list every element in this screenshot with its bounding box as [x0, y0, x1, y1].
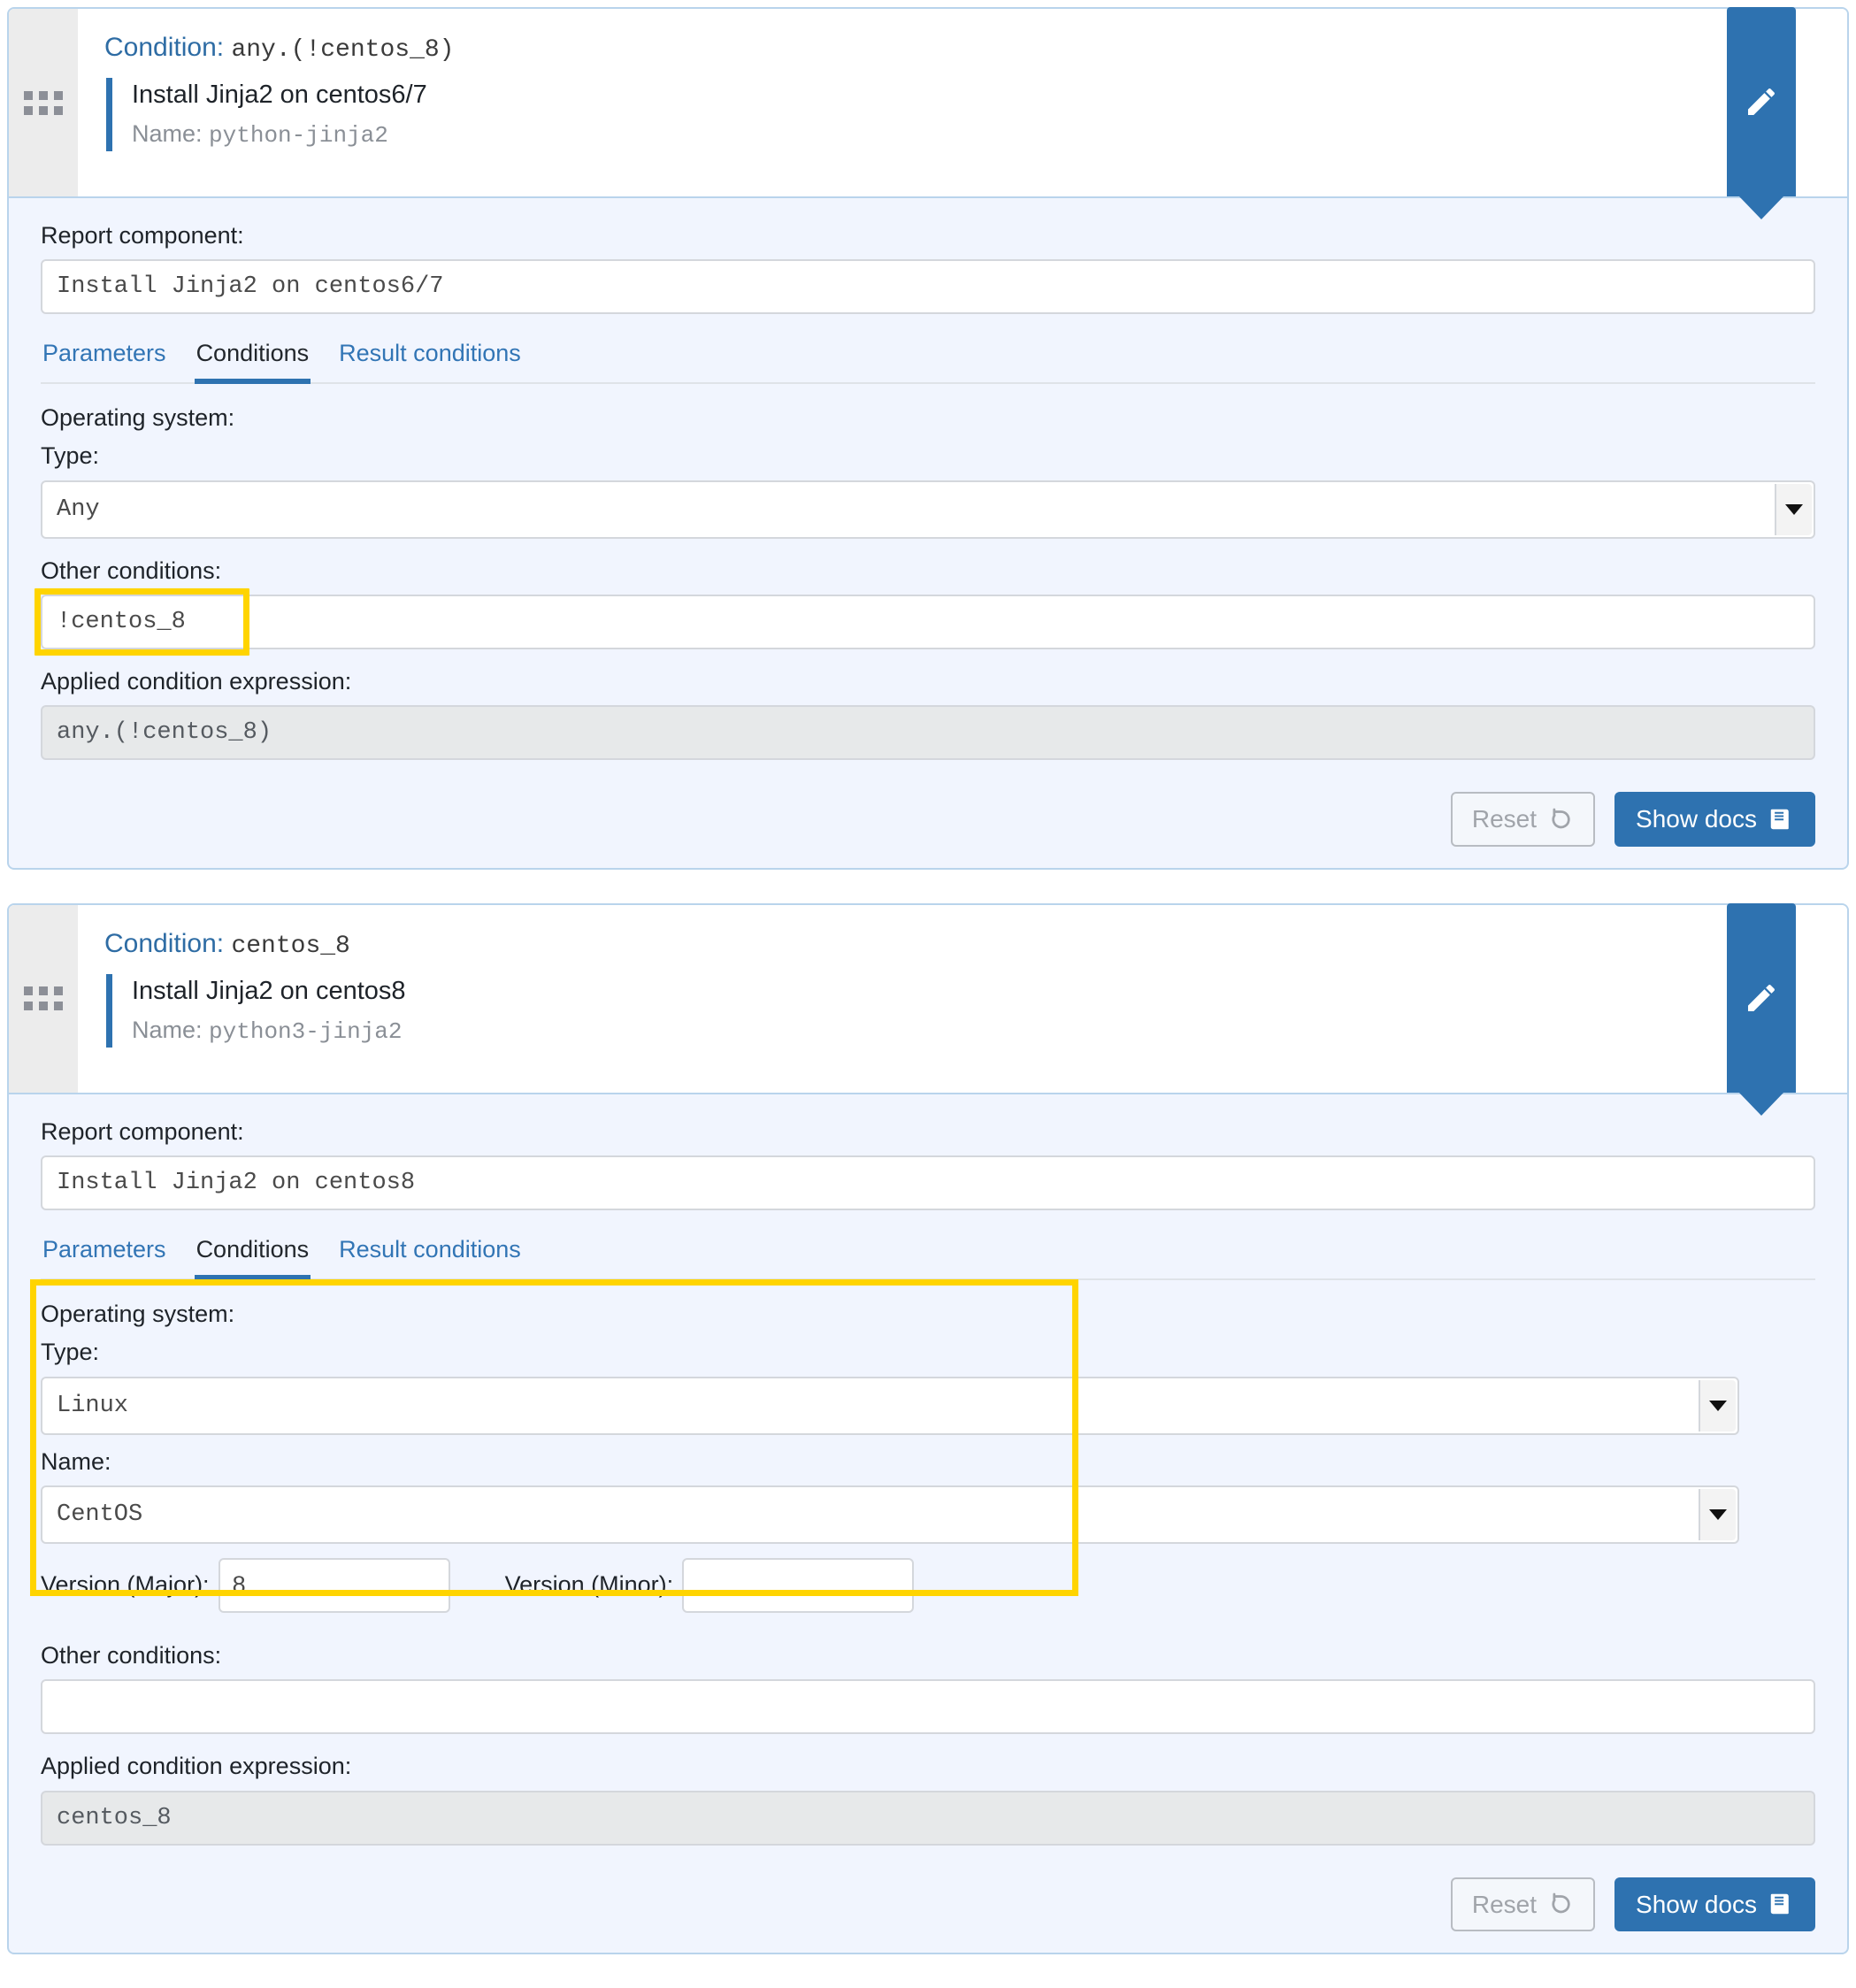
edit-tab-pointer [1738, 1091, 1784, 1116]
show-docs-button[interactable]: Show docs [1614, 1877, 1815, 1932]
book-icon [1770, 809, 1789, 830]
component-detail: Install Jinja2 on centos6/7 Name: python… [106, 77, 1847, 151]
component-title: Install Jinja2 on centos8 [132, 976, 406, 1005]
os-type-value: Any [57, 495, 100, 523]
report-component-label: Report component: [41, 222, 244, 249]
chevron-down-icon [1699, 1379, 1736, 1432]
tab-parameters[interactable]: Parameters [41, 334, 168, 383]
condition-value: any.(!centos_8) [231, 36, 455, 64]
os-name-select[interactable]: CentOS [41, 1485, 1739, 1544]
drag-handle[interactable] [9, 9, 78, 196]
panel-header-body: Condition: centos_8 Install Jinja2 on ce… [78, 905, 1847, 1093]
reset-button-label: Reset [1471, 1890, 1538, 1918]
panel-actions: Reset Show docs [41, 1877, 1815, 1932]
chevron-down-icon [1699, 1488, 1736, 1540]
tab-result-conditions[interactable]: Result conditions [337, 1230, 523, 1279]
show-docs-button-label: Show docs [1636, 805, 1757, 833]
panel-body: Report component: Parameters Conditions … [9, 196, 1847, 868]
os-type-select[interactable]: Linux [41, 1376, 1739, 1435]
component-detail: Install Jinja2 on centos8 Name: python3-… [106, 973, 1847, 1048]
tab-bar: Parameters Conditions Result conditions [41, 1230, 1815, 1280]
book-icon [1770, 1894, 1789, 1915]
component-name-label: Name: [132, 119, 203, 147]
edit-button[interactable] [1727, 7, 1796, 219]
report-component-input[interactable] [41, 1155, 1815, 1211]
component-name-label: Name: [132, 1016, 203, 1043]
chevron-down-icon [1775, 483, 1812, 535]
tab-parameters[interactable]: Parameters [41, 1230, 168, 1279]
condition-panel-1: Condition: any.(!centos_8) Install Jinja… [7, 7, 1849, 870]
undo-arrow-icon [1552, 1893, 1570, 1914]
panel-header: Condition: any.(!centos_8) Install Jinja… [9, 7, 1847, 219]
tab-result-conditions[interactable]: Result conditions [337, 334, 523, 383]
applied-condition-value: centos_8 [41, 1790, 1815, 1846]
edit-tab-pointer [1738, 196, 1784, 219]
other-conditions-label: Other conditions: [41, 556, 222, 584]
panel-header-body: Condition: any.(!centos_8) Install Jinja… [78, 9, 1847, 196]
os-type-value: Linux [57, 1392, 129, 1419]
drag-handle[interactable] [9, 904, 78, 1093]
tab-conditions[interactable]: Conditions [194, 1230, 311, 1280]
os-name-value: CentOS [57, 1501, 143, 1528]
reset-button[interactable]: Reset [1450, 1877, 1596, 1932]
condition-panel-2: Condition: centos_8 Install Jinja2 on ce… [7, 902, 1849, 1955]
condition-summary: Condition: centos_8 [104, 928, 1847, 962]
applied-condition-label: Applied condition expression: [41, 1753, 352, 1780]
reset-button[interactable]: Reset [1450, 792, 1596, 847]
component-title: Install Jinja2 on centos6/7 [132, 80, 427, 109]
os-name-label: Name: [41, 1447, 111, 1475]
drag-handle-icon [24, 90, 63, 115]
edit-button[interactable] [1727, 902, 1796, 1116]
other-conditions-label: Other conditions: [41, 1641, 222, 1669]
condition-value: centos_8 [231, 932, 350, 960]
other-conditions-input[interactable] [41, 594, 1815, 649]
os-type-label: Type: [41, 1339, 100, 1366]
version-minor-label: Version (Minor): [504, 1571, 674, 1599]
show-docs-button-label: Show docs [1636, 1890, 1757, 1918]
os-type-label: Type: [41, 442, 100, 470]
operating-system-label: Operating system: [41, 403, 235, 431]
undo-arrow-icon [1552, 808, 1570, 829]
applied-condition-value: any.(!centos_8) [41, 705, 1815, 761]
other-conditions-input[interactable] [41, 1679, 1815, 1735]
report-component-input[interactable] [41, 259, 1815, 315]
panel-header: Condition: centos_8 Install Jinja2 on ce… [9, 902, 1847, 1116]
condition-label: Condition: [104, 33, 225, 62]
show-docs-button[interactable]: Show docs [1614, 792, 1815, 847]
component-name-value: python3-jinja2 [209, 1017, 403, 1045]
drag-handle-icon [24, 986, 63, 1011]
reset-button-label: Reset [1471, 805, 1538, 833]
component-name-row: Name: python3-jinja2 [132, 1014, 1847, 1048]
os-type-select[interactable]: Any [41, 480, 1815, 539]
condition-label: Condition: [104, 928, 225, 958]
version-minor-input[interactable] [682, 1557, 915, 1613]
operating-system-group: Operating system: Type: Linux Name: Cent… [30, 1293, 1739, 1623]
conditions-pane: Operating system: Type: Any Other condit… [35, 384, 1815, 847]
condition-summary: Condition: any.(!centos_8) [104, 32, 1847, 65]
operating-system-label: Operating system: [41, 1300, 235, 1327]
component-name-value: python-jinja2 [209, 121, 388, 149]
version-row: Version (Major): Version (Minor): [41, 1557, 1046, 1613]
report-component-label: Report component: [41, 1117, 244, 1145]
version-major-input[interactable] [218, 1557, 450, 1613]
tab-conditions[interactable]: Conditions [194, 334, 311, 384]
tab-bar: Parameters Conditions Result conditions [41, 334, 1815, 384]
panel-actions: Reset Show docs [41, 792, 1815, 847]
applied-condition-label: Applied condition expression: [41, 667, 352, 695]
pencil-icon [1748, 88, 1775, 115]
panel-body: Report component: Parameters Conditions … [9, 1092, 1847, 1953]
conditions-pane: Operating system: Type: Linux Name: Cent… [30, 1278, 1815, 1932]
version-major-label: Version (Major): [41, 1571, 210, 1599]
component-name-row: Name: python-jinja2 [132, 118, 1847, 151]
pencil-icon [1748, 984, 1775, 1011]
